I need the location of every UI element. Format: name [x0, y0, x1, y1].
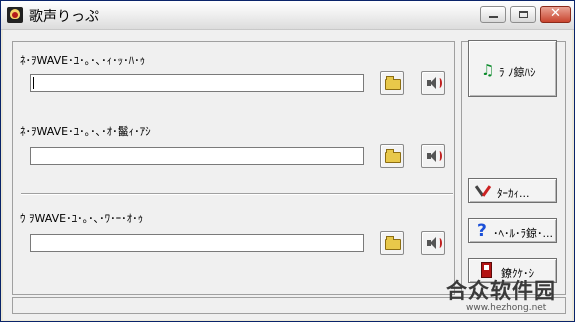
start-button[interactable]: ♫ ﾗ ﾉ鍄ﾊｼ: [468, 40, 557, 97]
minimize-button[interactable]: [480, 6, 506, 23]
folder-open-icon: [385, 236, 401, 250]
section-1-label: ﾈ･ｦWAVE･ﾕ･｡･､･ｨ･ｯ･ﾊ･ｩ: [20, 54, 146, 67]
close-icon: ✕: [550, 6, 561, 21]
speaker-icon: [427, 77, 442, 90]
section-2-path-input[interactable]: [30, 147, 364, 165]
section-2-play-button[interactable]: [421, 144, 445, 168]
section-2-label: ﾈ･ｦWAVE･ﾕ･｡･､･ｵ･鬣ｨ･ｱｼ: [20, 125, 151, 138]
section-1-browse-button[interactable]: [380, 71, 404, 95]
folder-open-icon: [385, 149, 401, 163]
section-3-browse-button[interactable]: [380, 231, 404, 255]
tools-icon: [474, 183, 493, 199]
maximize-icon: [519, 11, 528, 18]
section-divider: [21, 193, 453, 195]
question-mark-icon: ?: [477, 221, 487, 241]
app-window: 歌声りっぷ ✕ ﾈ･ｦWAVE･ﾕ･｡･､･ｨ･ｯ･ﾊ･ｩ ﾈ･ｦWAVE･ﾕ･…: [0, 0, 575, 322]
watermark-url: www.hezhong.net: [466, 303, 547, 313]
help-button[interactable]: ? ･ﾍ･ﾙ･ﾗ鍄･...: [468, 218, 557, 243]
speaker-icon: [427, 237, 442, 250]
watermark-title: 合众软件园: [446, 279, 556, 303]
section-1-play-button[interactable]: [421, 71, 445, 95]
section-3-play-button[interactable]: [421, 231, 445, 255]
music-note-icon: ♫: [481, 61, 495, 79]
settings-button-label: ﾀｰｶｨ...: [497, 187, 530, 200]
settings-button[interactable]: ﾀｰｶｨ...: [468, 178, 557, 203]
start-button-label: ﾗ ﾉ鍄ﾊｼ: [499, 66, 536, 79]
section-1-path-input[interactable]: [30, 74, 364, 92]
maximize-button[interactable]: [510, 6, 536, 23]
section-3-path-input[interactable]: [30, 234, 364, 252]
minimize-icon: [489, 16, 498, 18]
folder-open-icon: [385, 76, 401, 90]
text-caret: [33, 77, 34, 89]
help-button-label: ･ﾍ･ﾙ･ﾗ鍄･...: [493, 227, 553, 240]
section-3-label: ｳ ｦWAVE･ﾕ･｡･､･ﾜ･ｰ･ｵ･ｩ: [20, 212, 144, 225]
section-2-browse-button[interactable]: [380, 144, 404, 168]
close-button[interactable]: ✕: [540, 6, 571, 23]
window-title: 歌声りっぷ: [29, 9, 99, 25]
speaker-icon: [427, 150, 442, 163]
watermark: 合众软件园 www.hezhong.net: [444, 275, 570, 319]
app-icon[interactable]: [7, 7, 23, 23]
title-bar[interactable]: 歌声りっぷ ✕: [1, 1, 574, 30]
